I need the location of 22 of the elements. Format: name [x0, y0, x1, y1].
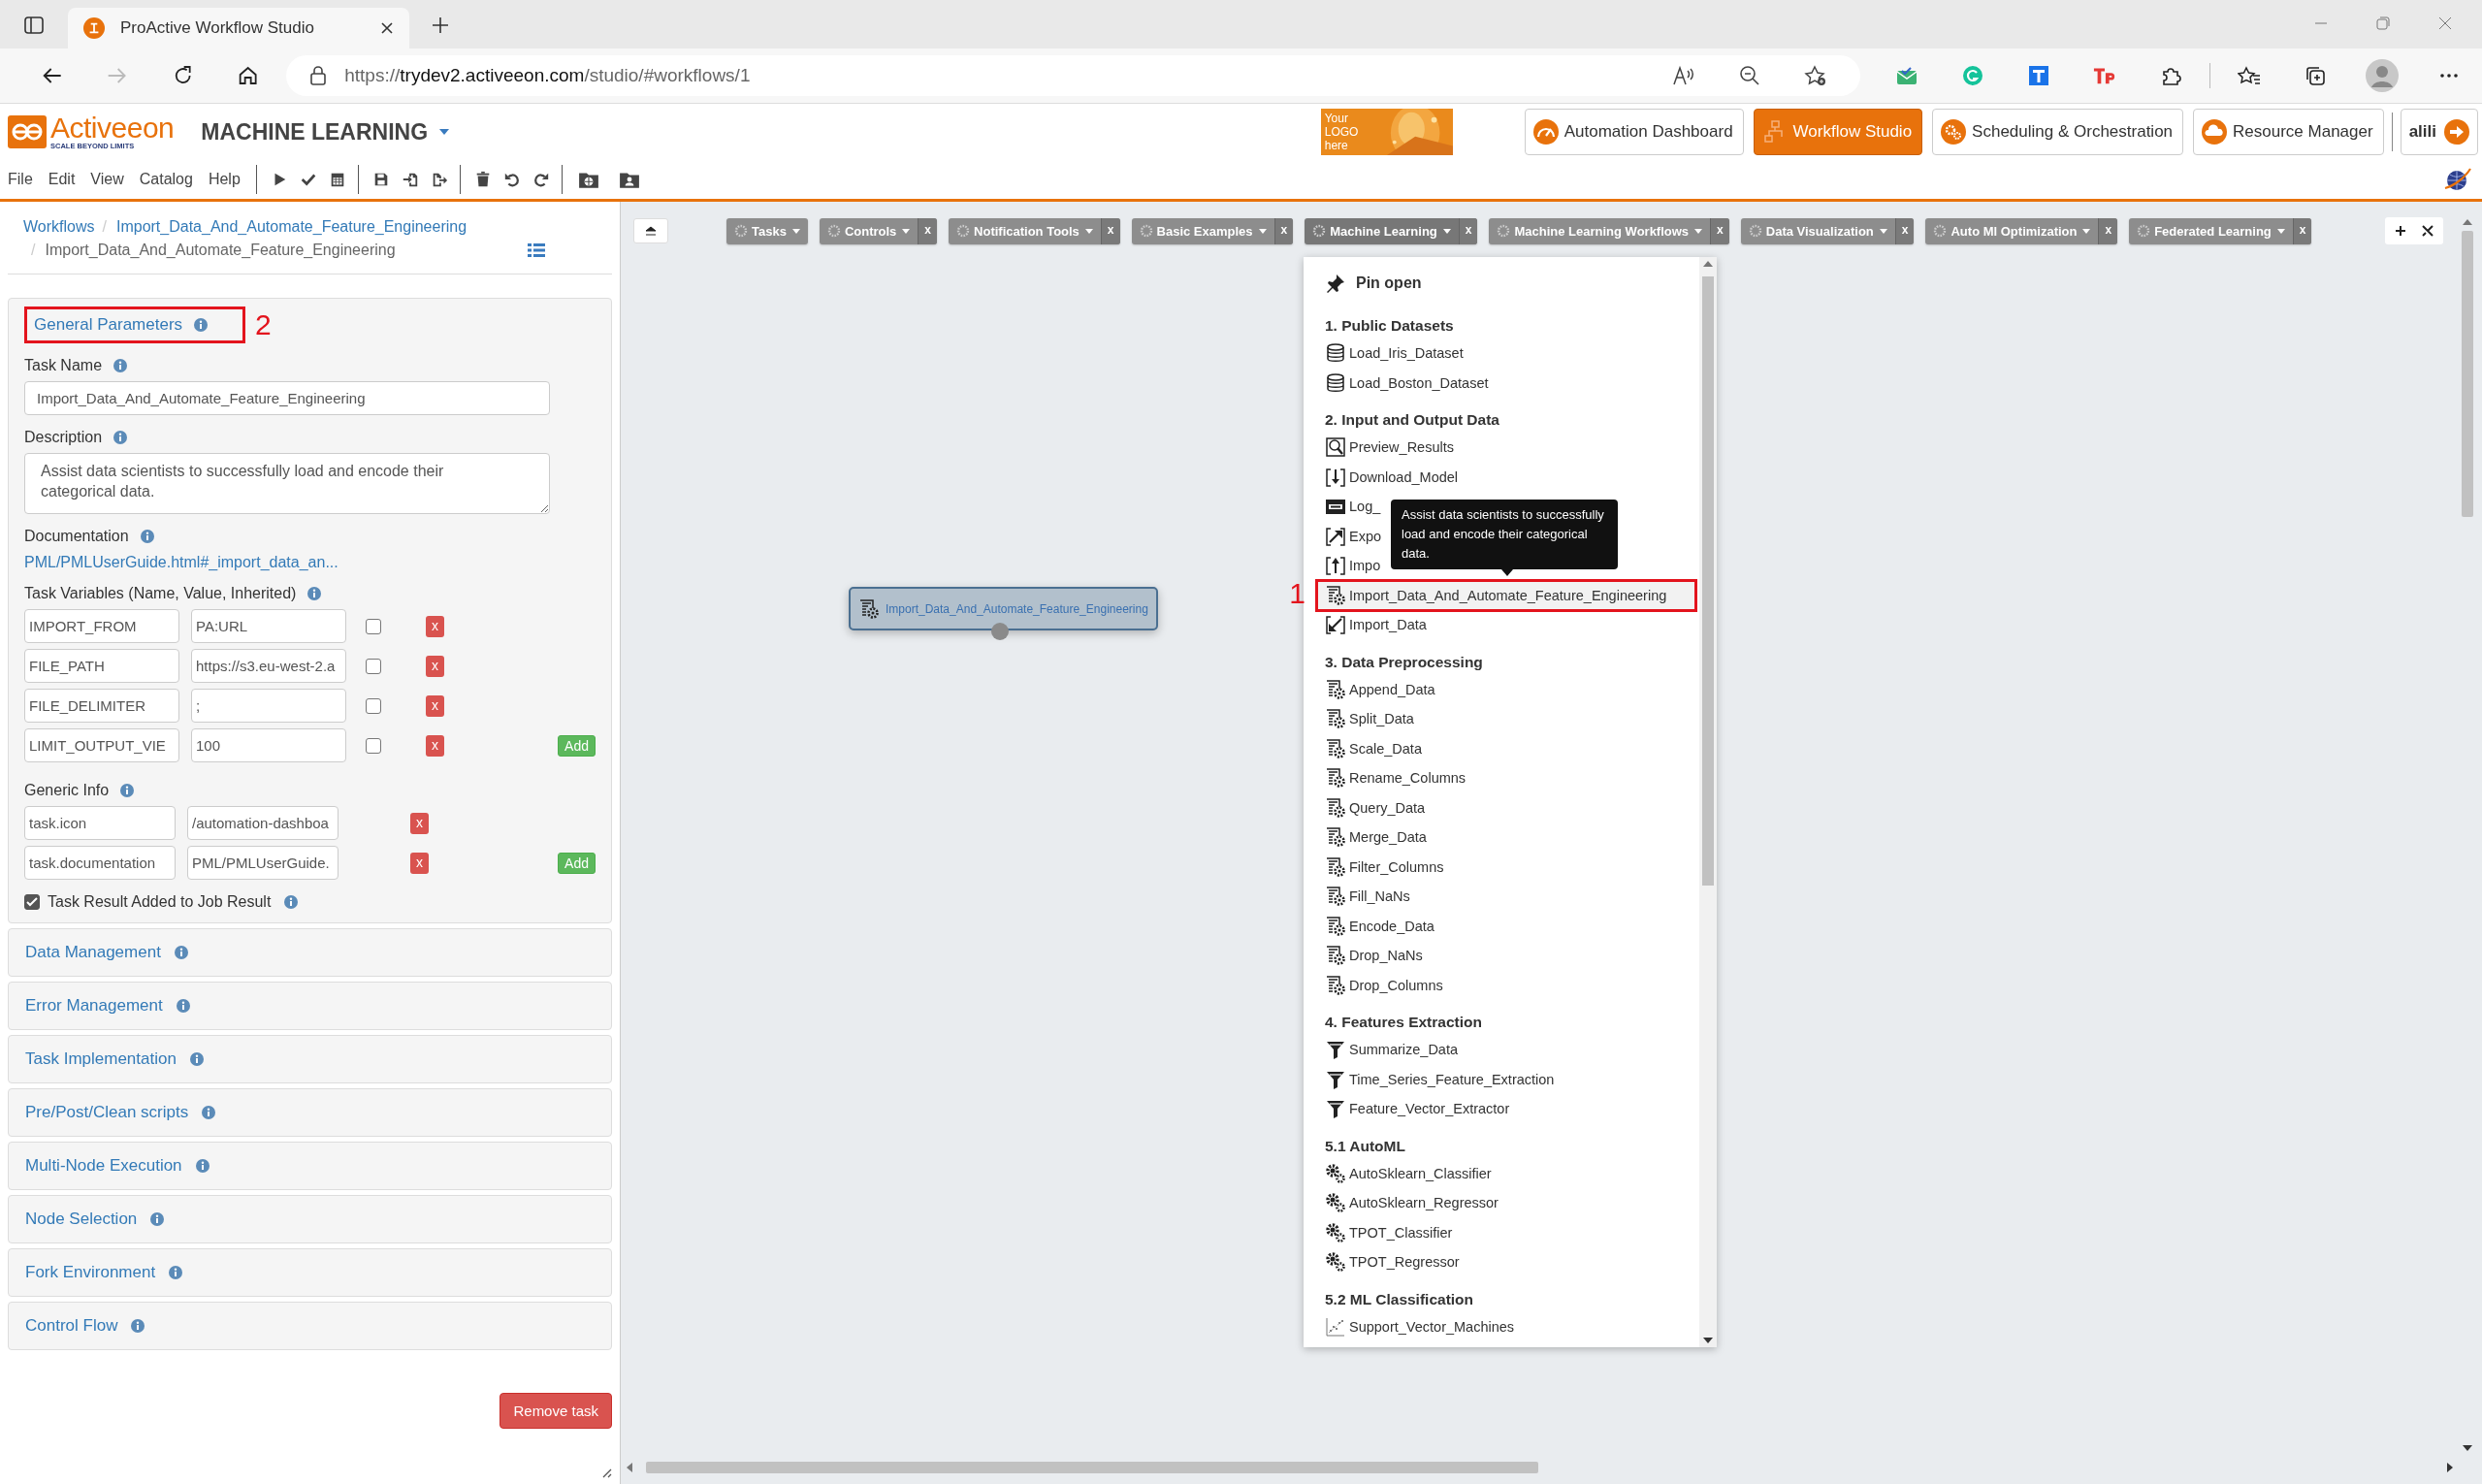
section-heading: 1. Public Datasets: [1325, 316, 1455, 336]
section-heading: 4. Features Extraction: [1325, 1013, 1483, 1032]
callout-number: 2: [255, 308, 272, 341]
field-label: Description: [24, 429, 103, 446]
field-label: Task Name: [24, 357, 103, 374]
breadcrumb-current: Import_Data_And_Automate_Feature_Engineering: [45, 242, 396, 258]
breadcrumb-separator: /: [102, 218, 107, 235]
field-label: Generic Info: [24, 782, 110, 799]
field-label: Documentation: [24, 528, 129, 545]
tooltip: Assist data scientists to successfully load and encode their categorical data.: [1391, 499, 1618, 569]
section-heading: 5.1 AutoML: [1325, 1136, 1406, 1156]
section-heading: 3. Data Preprocessing: [1325, 652, 1484, 672]
placeholder-text: Your LOGO here: [1323, 112, 1360, 152]
breadcrumb-separator: /: [31, 242, 36, 258]
callout-number: 1: [1289, 576, 1305, 610]
url-text: https://trydev2.activeeon.com/studio/#workflows/1: [344, 65, 752, 86]
section-heading: 5.2 ML Classification: [1325, 1289, 1475, 1309]
checkbox-label: Task Result Added to Job Result: [48, 893, 272, 911]
section-heading: 2. Input and Output Data: [1325, 410, 1500, 430]
logo-text: Activeeon: [50, 113, 175, 142]
field-label: Task Variables (Name, Value, Inherited): [24, 585, 297, 602]
tab-title: ProActive Workflow Studio: [120, 18, 315, 38]
